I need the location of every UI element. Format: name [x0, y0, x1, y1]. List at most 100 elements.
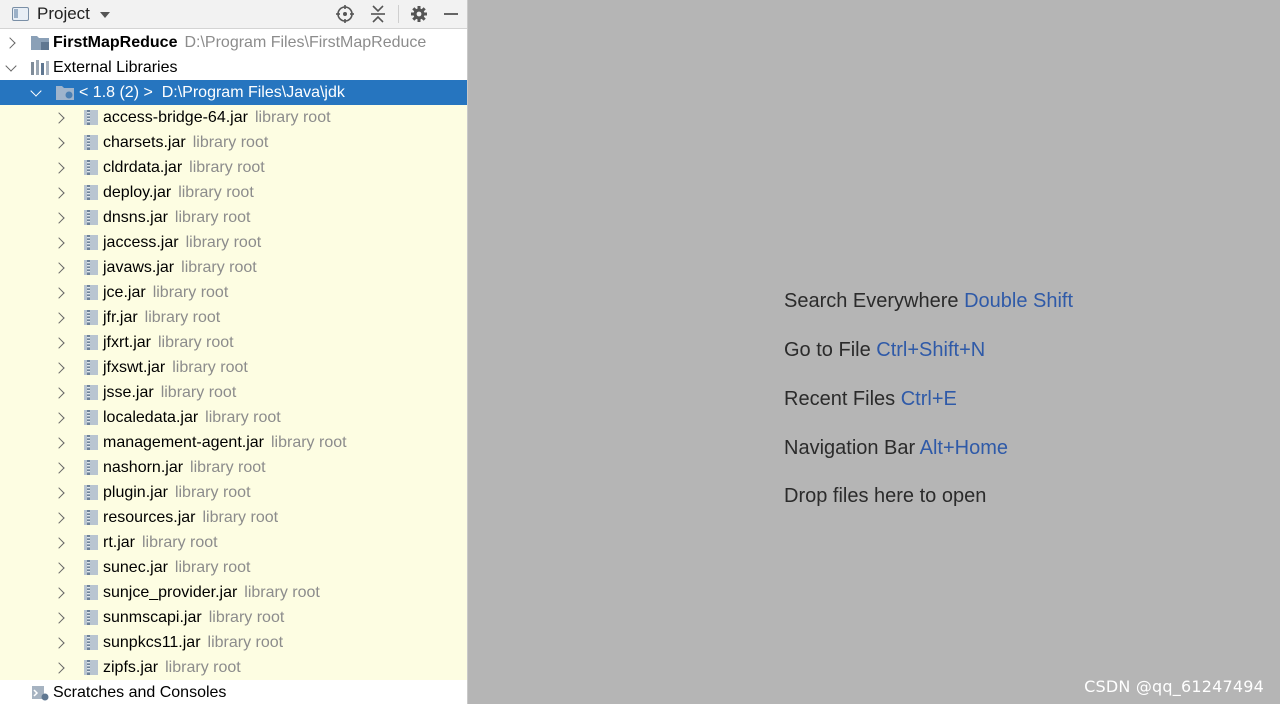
jar-archive-icon	[84, 210, 98, 225]
jar-hint: library root	[202, 509, 279, 526]
dropdown-arrow-icon	[99, 12, 110, 18]
tree-node-external-libraries[interactable]: External Libraries	[0, 55, 467, 80]
editor-tip: Recent Files Ctrl+E	[784, 388, 957, 411]
settings-button[interactable]	[408, 3, 430, 25]
jar-hint: library root	[172, 359, 248, 376]
editor-tip: Go to File Ctrl+Shift+N	[784, 339, 985, 362]
tree-node-jar[interactable]: sunec.jar library root	[0, 555, 467, 580]
crosshair-icon	[336, 5, 354, 23]
tree-node-jar[interactable]: jfr.jar library root	[0, 305, 467, 330]
tree-node-jar[interactable]: jfxswt.jar library root	[0, 355, 467, 380]
tip-shortcut: Alt+Home	[919, 437, 1009, 459]
expand-arrow-icon[interactable]	[52, 580, 68, 605]
expand-arrow-icon[interactable]	[52, 655, 68, 680]
expand-arrow-icon[interactable]	[52, 530, 68, 555]
jar-archive-icon	[84, 360, 98, 375]
tree-node-jdk[interactable]: < 1.8 (2) > D:\Program Files\Java\jdk	[0, 80, 467, 105]
tree-node-jar[interactable]: plugin.jar library root	[0, 480, 467, 505]
jar-name: dnsns.jar	[103, 209, 168, 226]
expand-arrow-icon[interactable]	[52, 405, 68, 430]
tree-node-jar[interactable]: sunpkcs11.jar library root	[0, 630, 467, 655]
tree-node-jar[interactable]: localedata.jar library root	[0, 405, 467, 430]
jar-list: access-bridge-64.jar library root charsets…	[0, 105, 467, 680]
tree-node-jar[interactable]: rt.jar library root	[0, 530, 467, 555]
editor-empty-area[interactable]: Search Everywhere Double Shift Go to File…	[468, 0, 1280, 704]
expand-arrow-icon[interactable]	[52, 630, 68, 655]
expand-arrow-icon[interactable]	[52, 230, 68, 255]
tree-node-project[interactable]: FirstMapReduce D:\Program Files\FirstMapR…	[0, 30, 467, 55]
locate-file-button[interactable]	[334, 3, 356, 25]
expand-arrow-icon[interactable]	[52, 555, 68, 580]
jar-hint: library root	[208, 609, 285, 626]
tree-node-jar[interactable]: dnsns.jar library root	[0, 205, 467, 230]
hide-panel-button[interactable]	[440, 3, 462, 25]
jar-name: sunmscapi.jar	[103, 609, 202, 626]
tree-node-jar[interactable]: charsets.jar library root	[0, 130, 467, 155]
external-libraries-label: External Libraries	[53, 59, 178, 76]
jar-hint: library root	[178, 184, 254, 201]
expand-arrow-icon[interactable]	[52, 455, 68, 480]
collapse-arrow-icon[interactable]	[3, 55, 19, 80]
jar-name: jsse.jar	[103, 384, 154, 401]
expand-arrow-icon[interactable]	[52, 105, 68, 130]
tree-node-jar[interactable]: zipfs.jar library root	[0, 655, 467, 680]
tree-node-jar[interactable]: sunmscapi.jar library root	[0, 605, 467, 630]
collapse-arrow-icon[interactable]	[28, 80, 44, 105]
expand-arrow-icon[interactable]	[52, 505, 68, 530]
expand-arrow-icon[interactable]	[52, 430, 68, 455]
expand-arrow-icon[interactable]	[52, 305, 68, 330]
tree-node-jar[interactable]: cldrdata.jar library root	[0, 155, 467, 180]
expand-arrow-icon[interactable]	[52, 380, 68, 405]
jar-hint: library root	[181, 259, 257, 276]
expand-arrow-icon[interactable]	[52, 605, 68, 630]
jar-archive-icon	[84, 285, 98, 300]
expand-arrow-icon[interactable]	[52, 130, 68, 155]
project-tree: FirstMapReduce D:\Program Files\FirstMapR…	[0, 30, 467, 704]
tree-node-jar[interactable]: deploy.jar library root	[0, 180, 467, 205]
tree-node-jar[interactable]: jfxrt.jar library root	[0, 330, 467, 355]
tree-node-jar[interactable]: sunjce_provider.jar library root	[0, 580, 467, 605]
expand-arrow-icon[interactable]	[52, 280, 68, 305]
jar-archive-icon	[84, 260, 98, 275]
tree-node-jar[interactable]: nashorn.jar library root	[0, 455, 467, 480]
jar-hint: library root	[207, 634, 284, 651]
jar-archive-icon	[84, 560, 98, 575]
jdk-folder-icon	[56, 86, 74, 100]
tree-node-scratches[interactable]: Scratches and Consoles	[0, 680, 467, 704]
expand-arrow-icon[interactable]	[52, 180, 68, 205]
project-panel-icon	[12, 7, 29, 21]
jar-name: charsets.jar	[103, 134, 186, 151]
collapse-all-icon	[371, 5, 385, 23]
tree-node-jar[interactable]: jce.jar library root	[0, 280, 467, 305]
expand-arrow-icon[interactable]	[3, 30, 19, 55]
jar-hint: library root	[174, 209, 251, 226]
module-folder-icon	[31, 36, 49, 50]
tree-node-jar[interactable]: jaccess.jar library root	[0, 230, 467, 255]
expand-arrow-icon[interactable]	[52, 480, 68, 505]
expand-arrow-icon[interactable]	[52, 155, 68, 180]
editor-tip: Navigation Bar Alt+Home	[784, 437, 1008, 460]
tree-node-jar[interactable]: access-bridge-64.jar library root	[0, 105, 467, 130]
jar-name: resources.jar	[103, 509, 196, 526]
expand-arrow-icon[interactable]	[52, 205, 68, 230]
watermark: CSDN @qq_61247494	[1084, 677, 1264, 696]
tree-node-jar[interactable]: management-agent.jar library root	[0, 430, 467, 455]
tree-node-jar[interactable]: resources.jar library root	[0, 505, 467, 530]
tree-node-jar[interactable]: jsse.jar library root	[0, 380, 467, 405]
tree-node-jar[interactable]: javaws.jar library root	[0, 255, 467, 280]
libraries-icon	[31, 60, 49, 75]
expand-arrow-icon[interactable]	[52, 355, 68, 380]
tool-window-header: Project	[0, 0, 467, 29]
jar-archive-icon	[84, 585, 98, 600]
jar-name: deploy.jar	[103, 184, 172, 201]
jar-archive-icon	[84, 510, 98, 525]
jar-archive-icon	[84, 660, 98, 675]
project-view-selector[interactable]: Project	[12, 3, 110, 25]
expand-arrow-icon[interactable]	[52, 330, 68, 355]
jar-hint: library root	[174, 559, 251, 576]
expand-arrow-icon[interactable]	[52, 255, 68, 280]
jar-name: management-agent.jar	[103, 434, 264, 451]
tip-text: Recent Files	[784, 388, 896, 410]
tip-text: Navigation Bar	[784, 437, 916, 459]
collapse-all-button[interactable]	[367, 3, 389, 25]
